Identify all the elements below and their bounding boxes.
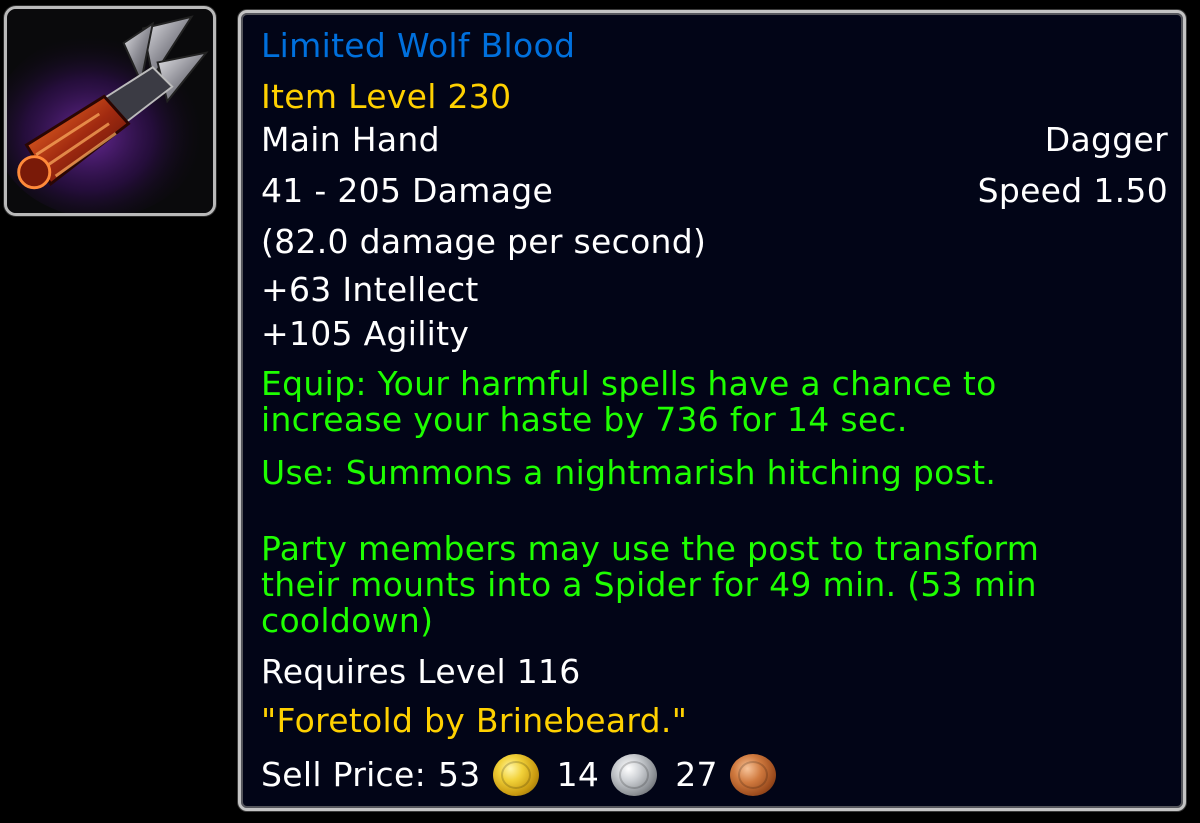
- copper-coin-icon: [729, 754, 776, 796]
- use-effect: Use: Summons a nightmarish hitching post…: [261, 453, 997, 492]
- sell-price-label: Sell Price:: [261, 755, 426, 794]
- sell-price: Sell Price: 53 14 27: [261, 754, 794, 796]
- item-dps: (82.0 damage per second): [261, 222, 707, 261]
- stat-intellect: +63 Intellect: [261, 270, 479, 309]
- gold-amount: 53: [438, 755, 481, 794]
- item-name: Limited Wolf Blood: [261, 26, 576, 65]
- stat-agility: +105 Agility: [261, 314, 470, 353]
- item-level: Item Level 230: [261, 77, 512, 116]
- slot-type-row: Main Hand Dagger: [261, 123, 1168, 157]
- item-slot: Main Hand: [261, 120, 440, 159]
- item-icon-frame[interactable]: [4, 6, 216, 216]
- gold-coin-icon: [492, 754, 539, 796]
- equip-effect: Equip: Your harmful spells have a chance…: [261, 364, 997, 439]
- item-damage: 41 - 205 Damage: [261, 171, 554, 210]
- use-effect-detail: Party members may use the post to transf…: [261, 529, 1040, 640]
- damage-speed-row: 41 - 205 Damage Speed 1.50: [261, 174, 1168, 208]
- item-tooltip: Limited Wolf Blood Item Level 230 Main H…: [238, 10, 1186, 811]
- silver-amount: 14: [556, 755, 600, 794]
- dagger-icon: [7, 9, 213, 213]
- silver-coin-icon: [611, 754, 658, 796]
- copper-amount: 27: [675, 755, 718, 794]
- item-type: Dagger: [1044, 120, 1168, 159]
- item-speed: Speed 1.50: [977, 171, 1168, 210]
- flavor-text: "Foretold by Brinebeard.": [261, 701, 688, 740]
- level-requirement: Requires Level 116: [261, 652, 581, 691]
